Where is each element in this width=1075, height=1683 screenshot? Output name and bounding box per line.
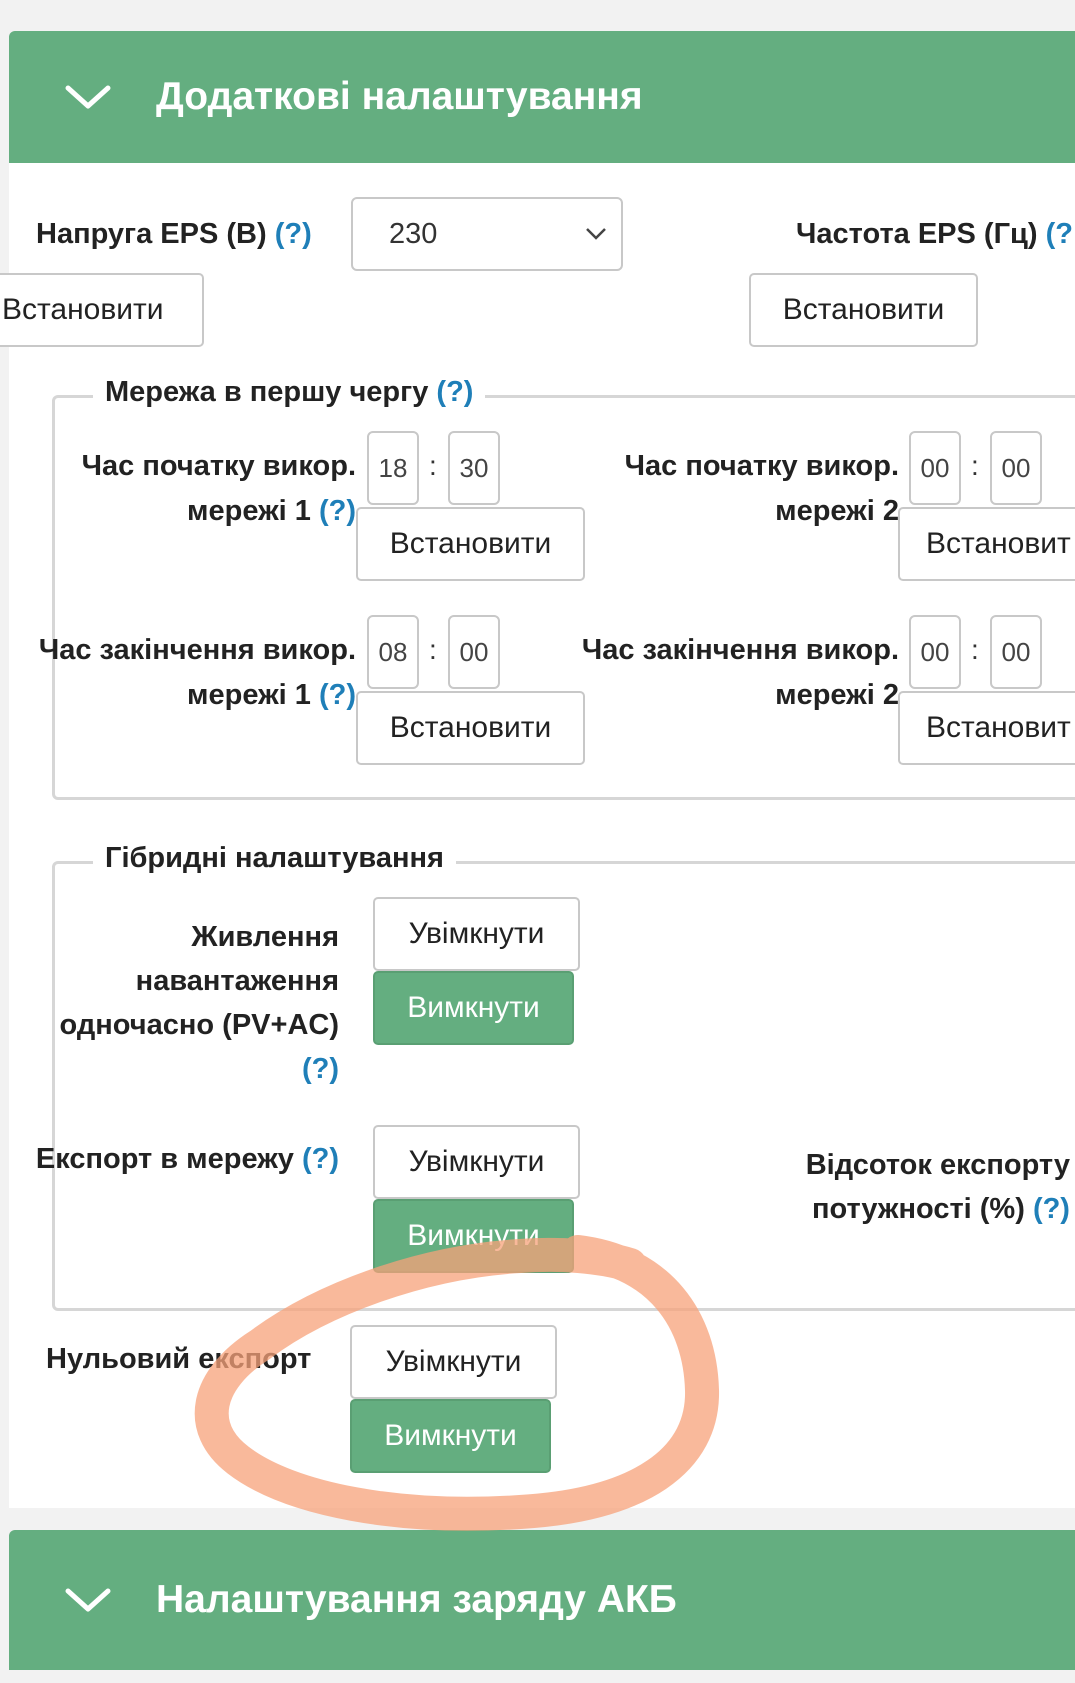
zero-export-on-button[interactable]: Увімкнути xyxy=(350,1325,557,1399)
simultaneous-load-on-button[interactable]: Увімкнути xyxy=(373,897,580,971)
grid-export-on-button[interactable]: Увімкнути xyxy=(373,1125,580,1199)
chevron-down-icon xyxy=(586,228,606,240)
time-separator: : xyxy=(971,450,979,481)
chevron-down-icon xyxy=(65,1588,111,1612)
grid1-end-hour-input[interactable]: 08 xyxy=(367,615,419,689)
help-link[interactable]: (?) xyxy=(60,1047,339,1091)
help-link[interactable]: (?) xyxy=(319,679,356,711)
eps-frequency-set-button[interactable]: Встановити xyxy=(749,273,978,347)
panel-title: Додаткові налаштування xyxy=(156,75,643,118)
grid2-start-minute-input[interactable]: 00 xyxy=(990,431,1042,505)
panel-title: Налаштування заряду АКБ xyxy=(156,1578,677,1621)
simultaneous-load-off-button[interactable]: Вимкнути xyxy=(373,971,574,1045)
eps-frequency-label: Частота EPS (Гц) (? xyxy=(796,218,1073,250)
grid1-end-minute-input[interactable]: 00 xyxy=(448,615,500,689)
grid1-start-minute-input[interactable]: 30 xyxy=(448,431,500,505)
panel-header-battery-charge-settings[interactable]: Налаштування заряду АКБ xyxy=(9,1530,1075,1670)
grid1-start-hour-input[interactable]: 18 xyxy=(367,431,419,505)
grid2-start-set-button[interactable]: Встановит xyxy=(898,507,1075,581)
grid-priority-legend: Мережа в першу чергу (?) xyxy=(93,376,486,409)
zero-export-off-button[interactable]: Вимкнути xyxy=(350,1399,551,1473)
help-link[interactable]: (?) xyxy=(302,1143,339,1175)
time-separator: : xyxy=(429,634,437,665)
help-link[interactable]: (?) xyxy=(1033,1193,1070,1225)
help-link[interactable]: (?) xyxy=(319,495,356,527)
grid2-end-label: Час закінчення викор. мережі 2 xyxy=(581,634,899,711)
grid2-start-label: Час початку викор. мережі 2 xyxy=(624,450,899,527)
grid-export-label: Експорт в мережу (?) xyxy=(35,1143,339,1175)
time-separator: : xyxy=(971,634,979,665)
panel-body-additional-settings: Напруга EPS (В) (?) 230 Частота EPS (Гц)… xyxy=(0,163,1075,1508)
zero-export-label: Нульовий експорт xyxy=(46,1343,312,1375)
help-link[interactable]: (?) xyxy=(275,218,312,250)
time-separator: : xyxy=(429,450,437,481)
hybrid-settings-legend: Гібридні налаштування xyxy=(93,842,456,875)
grid1-end-set-button[interactable]: Встановити xyxy=(356,691,585,765)
grid1-start-set-button[interactable]: Встановити xyxy=(356,507,585,581)
chevron-down-icon xyxy=(65,85,111,109)
eps-voltage-select[interactable]: 230 xyxy=(351,197,623,271)
grid-export-off-button[interactable]: Вимкнути xyxy=(373,1199,574,1273)
grid1-end-label: Час закінчення викор. мережі 1 (?) xyxy=(38,634,356,711)
eps-voltage-label: Напруга EPS (В) (?) xyxy=(36,218,312,250)
grid2-start-hour-input[interactable]: 00 xyxy=(909,431,961,505)
export-power-percent-label: Відсоток експорту потужності (%) (?) xyxy=(805,1149,1070,1225)
eps-voltage-set-button[interactable]: Встановити xyxy=(0,273,204,347)
select-value: 230 xyxy=(389,217,438,250)
simultaneous-load-label: Живлення навантаження одночасно (PV+AC) … xyxy=(60,915,339,1091)
panel-header-additional-settings[interactable]: Додаткові налаштування xyxy=(9,31,1075,163)
grid2-end-minute-input[interactable]: 00 xyxy=(990,615,1042,689)
grid1-start-label: Час початку викор. мережі 1 (?) xyxy=(81,450,356,527)
help-link[interactable]: (?) xyxy=(436,376,473,408)
grid2-end-hour-input[interactable]: 00 xyxy=(909,615,961,689)
help-link[interactable]: (? xyxy=(1046,218,1073,250)
grid2-end-set-button[interactable]: Встановит xyxy=(898,691,1075,765)
